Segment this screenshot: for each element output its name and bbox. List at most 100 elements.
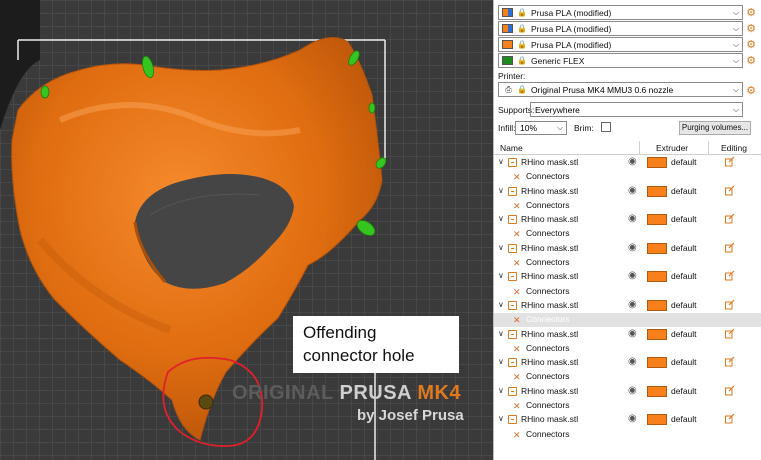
filament-dropdown-4[interactable]: 🔒 Generic FLEX ⌵ — [498, 53, 743, 68]
chevron-down-icon[interactable]: ∨ — [498, 214, 504, 223]
eye-icon[interactable]: ◉ — [628, 385, 637, 396]
eye-icon[interactable]: ◉ — [628, 242, 637, 253]
chevron-down-icon[interactable]: ∨ — [498, 186, 504, 195]
object-row[interactable]: ∨ RHino mask.stl ◉ default — [494, 299, 761, 313]
extruder-value[interactable]: default — [671, 329, 697, 339]
connector-icon: ✕ — [513, 315, 521, 326]
chevron-down-icon[interactable]: ∨ — [498, 271, 504, 280]
extruder-value[interactable]: default — [671, 414, 697, 424]
chevron-down-icon[interactable]: ∨ — [498, 157, 504, 166]
object-group: ∨ RHino mask.stl ◉ default ✕ Connectors — [494, 185, 761, 214]
extruder-color-swatch[interactable] — [647, 157, 667, 168]
edit-icon[interactable] — [725, 385, 735, 396]
brim-checkbox[interactable] — [601, 122, 611, 132]
extruder-color-swatch[interactable] — [647, 357, 667, 369]
object-list-header: Name Extruder Editing — [494, 141, 761, 155]
infill-dropdown[interactable]: 10% ⌵ — [515, 121, 567, 135]
connectors-row[interactable]: ✕ Connectors — [494, 170, 761, 184]
eye-icon[interactable]: ◉ — [628, 356, 637, 367]
connectors-row[interactable]: ✕ Connectors — [494, 428, 761, 442]
filament-dropdown-2[interactable]: 🔒 Prusa PLA (modified) ⌵ — [498, 21, 743, 36]
edit-icon[interactable] — [725, 356, 735, 367]
eye-icon[interactable]: ◉ — [628, 185, 637, 196]
extruder-value[interactable]: default — [671, 214, 697, 224]
extruder-color-swatch[interactable] — [647, 299, 667, 311]
extruder-color-swatch[interactable] — [647, 385, 667, 397]
object-row[interactable]: ∨ RHino mask.stl ◉ default — [494, 385, 761, 399]
extruder-value[interactable]: default — [671, 300, 697, 310]
chevron-down-icon[interactable]: ∨ — [498, 329, 504, 338]
eye-icon[interactable]: ◉ — [628, 413, 637, 424]
printer-dropdown[interactable]: ⎙ 🔒 Original Prusa MK4 MMU3 0.6 nozzle ⌵ — [498, 82, 743, 97]
extruder-value[interactable]: default — [671, 271, 697, 281]
filament-label: Generic FLEX — [531, 55, 585, 66]
printer-value: Original Prusa MK4 MMU3 0.6 nozzle — [531, 84, 674, 95]
extruder-value[interactable]: default — [671, 157, 697, 167]
object-row[interactable]: ∨ RHino mask.stl ◉ default — [494, 185, 761, 199]
column-extruder[interactable]: Extruder — [656, 143, 688, 153]
object-row[interactable]: ∨ RHino mask.stl ◉ default — [494, 242, 761, 256]
connectors-row[interactable]: ✕ Connectors — [494, 342, 761, 356]
connectors-row[interactable]: ✕ Connectors — [494, 399, 761, 413]
eye-icon[interactable]: ◉ — [628, 299, 637, 310]
edit-icon[interactable] — [725, 185, 735, 196]
extruder-value[interactable]: default — [671, 357, 697, 367]
edit-icon[interactable] — [725, 328, 735, 339]
purging-volumes-button[interactable]: Purging volumes... — [679, 121, 751, 135]
edit-icon[interactable] — [725, 270, 735, 281]
edit-icon[interactable] — [725, 299, 735, 310]
edit-icon[interactable] — [725, 213, 735, 224]
object-row[interactable]: ∨ RHino mask.stl ◉ default — [494, 156, 761, 170]
column-name[interactable]: Name — [500, 143, 523, 153]
object-row[interactable]: ∨ RHino mask.stl ◉ default — [494, 270, 761, 284]
edit-icon[interactable] — [725, 413, 735, 424]
object-row[interactable]: ∨ RHino mask.stl ◉ default — [494, 413, 761, 427]
edit-icon[interactable] — [725, 242, 735, 253]
chevron-down-icon[interactable]: ∨ — [498, 357, 504, 366]
column-editing[interactable]: Editing — [721, 143, 747, 153]
filament-settings-icon[interactable]: ⚙ — [745, 23, 757, 35]
filament-dropdown-3[interactable]: 🔒 Prusa PLA (modified) ⌵ — [498, 37, 743, 52]
object-row[interactable]: ∨ RHino mask.stl ◉ default — [494, 328, 761, 342]
stl-object-icon — [508, 386, 517, 396]
connectors-row[interactable]: ✕ Connectors — [494, 285, 761, 299]
filament-settings-icon[interactable]: ⚙ — [745, 39, 757, 51]
chevron-down-icon[interactable]: ∨ — [498, 300, 504, 309]
extruder-color-swatch[interactable] — [647, 328, 667, 340]
filament-settings-icon[interactable]: ⚙ — [745, 55, 757, 67]
filament-dropdown-1[interactable]: 🔒 Prusa PLA (modified) ⌵ — [498, 5, 743, 20]
extruder-color-swatch[interactable] — [647, 242, 667, 254]
object-name: RHino mask.stl — [521, 299, 579, 310]
extruder-color-swatch[interactable] — [647, 271, 667, 283]
connector-icon: ✕ — [513, 401, 521, 412]
printer-settings-icon[interactable]: ⚙ — [745, 85, 757, 97]
object-row[interactable]: ∨ RHino mask.stl ◉ default — [494, 213, 761, 227]
eye-icon[interactable]: ◉ — [628, 156, 637, 167]
object-row[interactable]: ∨ RHino mask.stl ◉ default — [494, 356, 761, 370]
eye-icon[interactable]: ◉ — [628, 328, 637, 339]
supports-dropdown[interactable]: Everywhere ⌵ — [530, 102, 743, 117]
extruder-value[interactable]: default — [671, 243, 697, 253]
chevron-down-icon[interactable]: ∨ — [498, 243, 504, 252]
3d-viewport[interactable]: ORIGINAL PRUSA MK4 by Josef Prusa Offend… — [0, 0, 493, 460]
chevron-down-icon[interactable]: ∨ — [498, 386, 504, 395]
extruder-color-swatch[interactable] — [647, 414, 667, 426]
extruder-color-swatch[interactable] — [647, 214, 667, 226]
object-group: ∨ RHino mask.stl ◉ default ✕ Connectors — [494, 156, 761, 185]
extruder-value[interactable]: default — [671, 386, 697, 396]
connectors-label: Connectors — [526, 314, 570, 325]
connectors-row[interactable]: ✕ Connectors — [494, 370, 761, 384]
eye-icon[interactable]: ◉ — [628, 270, 637, 281]
connectors-row[interactable]: ✕ Connectors — [494, 256, 761, 270]
extruder-value[interactable]: default — [671, 186, 697, 196]
connectors-row-selected[interactable]: ✕ Connectors — [494, 313, 761, 328]
filament-settings-icon[interactable]: ⚙ — [745, 7, 757, 19]
stl-object-icon — [508, 186, 517, 196]
bed-logo-subtitle: by Josef Prusa — [357, 407, 464, 424]
connectors-row[interactable]: ✕ Connectors — [494, 199, 761, 213]
extruder-color-swatch[interactable] — [647, 185, 667, 197]
chevron-down-icon[interactable]: ∨ — [498, 414, 504, 423]
edit-icon[interactable] — [725, 156, 735, 167]
connectors-row[interactable]: ✕ Connectors — [494, 227, 761, 241]
eye-icon[interactable]: ◉ — [628, 213, 637, 224]
